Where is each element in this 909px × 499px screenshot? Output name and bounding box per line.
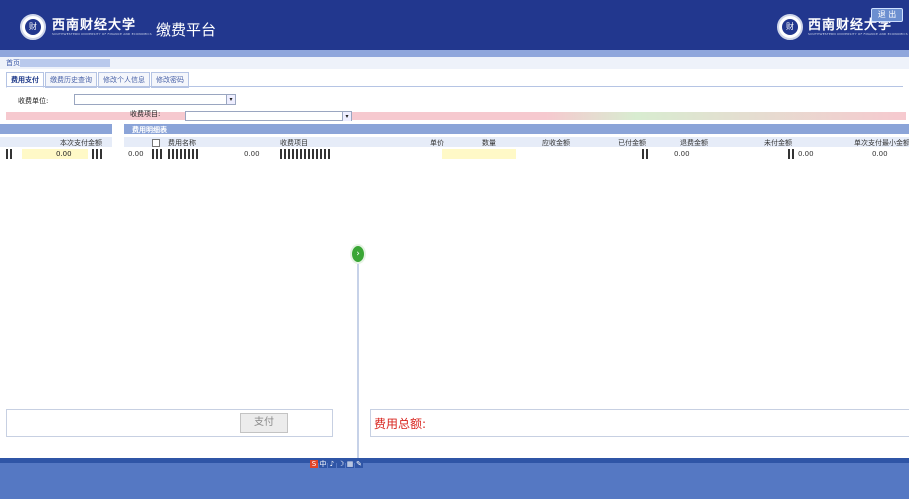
university-subtitle: SOUTHWESTERN UNIVERSITY OF FINANCE AND E… — [52, 32, 152, 36]
left-table-row: 0.00 — [0, 149, 112, 159]
chevron-down-icon[interactable]: ▾ — [342, 112, 351, 121]
item-label: 收费项目: — [130, 110, 161, 118]
pay-button[interactable]: 支付 — [240, 413, 288, 433]
sogou-icon[interactable]: S — [310, 460, 318, 468]
col-fee-item: 收费项目 — [280, 139, 308, 147]
moon-icon[interactable]: ☽ — [337, 460, 345, 468]
fee-detail-title: 费用明细表 — [132, 126, 167, 134]
keyboard-icon[interactable]: ▦ — [346, 460, 354, 468]
platform-title: 缴费平台 — [156, 21, 217, 39]
footer-bar — [0, 463, 909, 499]
total-amount-label: 费用总额: — [374, 417, 427, 431]
university-logo-icon-right: 财 — [777, 14, 803, 40]
fee-detail-header: 费用明细表 — [124, 124, 909, 134]
col-fee-name: 费用名称 — [168, 139, 196, 147]
col-receivable: 应收金额 — [542, 139, 570, 147]
tab-bar: 费用支付 缴费历史查询 修改个人信息 修改密码 — [6, 72, 190, 88]
left-panel-columns: 本次支付金额 — [0, 137, 112, 147]
header-strip — [0, 50, 909, 57]
chinese-mode-icon[interactable]: 中 — [319, 460, 327, 468]
item-select[interactable]: ▾ — [185, 111, 352, 121]
fee-table-row: 0.00 0.00 0.00 0.00 0.00 — [128, 149, 888, 159]
left-panel-header — [0, 124, 112, 134]
ime-toolbar[interactable]: S 中 ♪ ☽ ▦ ✎ — [310, 460, 363, 470]
this-payment-input[interactable]: 0.00 — [22, 149, 88, 159]
logout-button[interactable]: 退 出 — [871, 8, 903, 22]
col-min-pay: 单次支付最小金额 — [854, 139, 909, 147]
chevron-down-icon[interactable]: ▾ — [226, 95, 235, 104]
col-refund: 退费金额 — [680, 139, 708, 147]
unit-select[interactable]: ▾ — [74, 94, 236, 105]
total-area — [370, 409, 909, 437]
select-all-checkbox[interactable] — [152, 139, 160, 147]
university-subtitle-right: SOUTHWESTERN UNIVERSITY OF FINANCE AND E… — [808, 32, 908, 36]
voice-icon[interactable]: ♪ — [328, 460, 336, 468]
col-this-payment: 本次支付金额 — [60, 139, 102, 147]
university-name: 西南财经大学 — [52, 18, 137, 33]
expand-toggle-icon[interactable]: › — [350, 244, 366, 264]
panel-divider — [357, 250, 359, 458]
university-logo-icon: 财 — [20, 14, 46, 40]
top-header: 财 西南财经大学 SOUTHWESTERN UNIVERSITY OF FINA… — [0, 0, 909, 50]
breadcrumb: 首页 — [0, 57, 909, 69]
breadcrumb-home[interactable]: 首页 — [6, 58, 20, 68]
col-paid: 已付金额 — [618, 139, 646, 147]
fee-table-header: 费用名称 收费项目 单价 数量 应收金额 已付金额 退费金额 未付金额 单次支付… — [124, 137, 909, 147]
col-unpaid: 未付金额 — [764, 139, 792, 147]
col-quantity: 数量 — [482, 139, 496, 147]
unit-label: 收费单位: — [18, 97, 49, 105]
pen-icon[interactable]: ✎ — [355, 460, 363, 468]
col-unit-price: 单价 — [430, 139, 444, 147]
